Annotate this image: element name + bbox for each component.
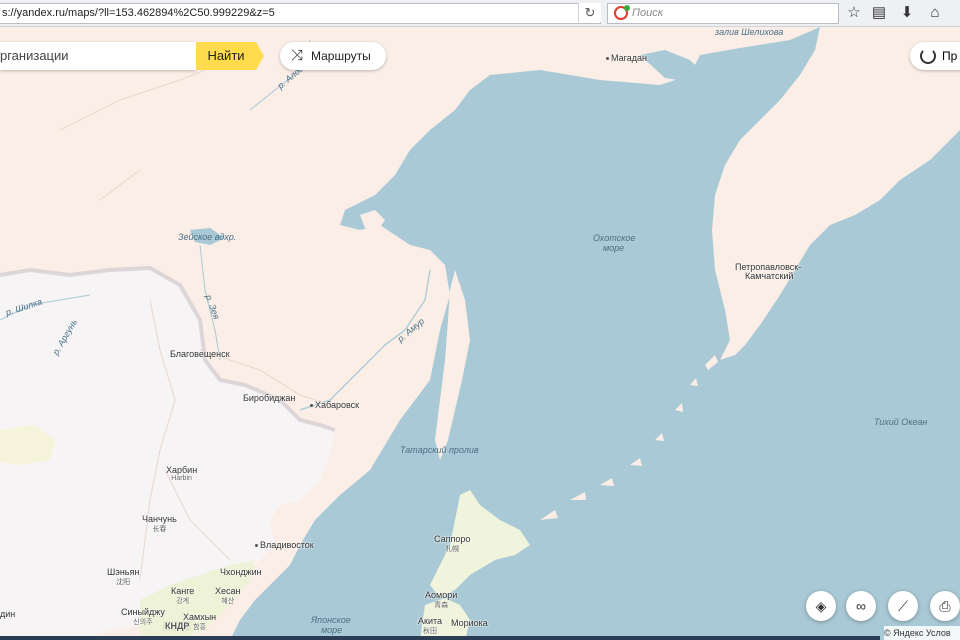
home-icon[interactable]: ⌂ [925, 4, 945, 22]
label-changchun-sub: 长春 [152, 526, 167, 533]
taskbar [0, 636, 880, 640]
label-magadan: Магадан [606, 53, 647, 63]
label-kndr: КНДР [163, 621, 192, 631]
traffic-button[interactable]: Пр [910, 42, 960, 70]
copyright-link[interactable]: © Яндекс Услов [884, 626, 960, 640]
ruler-icon[interactable]: ⟋ [888, 591, 918, 621]
star-icon[interactable]: ☆ [844, 4, 864, 22]
label-petropavlovsk-2: Камчатский [745, 271, 794, 281]
route-icon: ⤨ [291, 47, 304, 64]
label-shenyang-name: Шэньян [107, 567, 140, 577]
routes-label: Маршруты [311, 49, 371, 63]
label-pacific: Тихий Океан [874, 417, 928, 427]
label-kange: Канге 강계 [171, 586, 194, 606]
label-shenyang: Шэньян 沈阳 [107, 567, 139, 587]
browser-search-placeholder: Поиск [632, 7, 663, 19]
label-aomori-name: Аомори [425, 590, 458, 600]
label-din: дин [0, 609, 16, 619]
label-okhotsk-sea-2: море [603, 243, 625, 253]
label-japan-sea-1: Японское [311, 615, 351, 625]
map-search-input[interactable]: рганизации [0, 42, 196, 70]
label-harbin-name: Харбин [166, 465, 198, 475]
label-changchun-name: Чанчунь [142, 514, 177, 524]
print-icon[interactable]: ⎙ [930, 591, 960, 621]
routes-button[interactable]: ⤨ Маршруты [280, 42, 386, 70]
label-japan-sea-2: море [321, 625, 343, 635]
label-aomori-sub: 青森 [434, 602, 449, 609]
map-shapes [0, 27, 960, 640]
label-harbin-sub: Harbin [171, 475, 192, 482]
clipboard-icon[interactable]: ▤ [869, 4, 889, 22]
map-search-panel: рганизации Найти [0, 42, 265, 70]
label-harbin: Харбин Harbin [166, 465, 197, 482]
label-kange-sub: 강계 [176, 598, 190, 605]
label-hyesan: Хесан 혜산 [215, 586, 240, 606]
label-sapporo-name: Саппоро [434, 534, 471, 544]
label-okhotsk-sea-1: Охотское [593, 233, 636, 243]
label-shenyang-sub: 沈阳 [116, 579, 131, 586]
label-shelikhov-bay: залив Шелихова [715, 27, 784, 37]
label-khabarovsk: Хабаровск [310, 400, 359, 410]
find-button[interactable]: Найти [196, 42, 264, 70]
label-sinuiju-sub: 신의주 [133, 619, 153, 626]
traffic-icon [920, 48, 936, 64]
label-sinuiju: Синыйджу 신의주 [121, 607, 165, 627]
label-sinuiju-name: Синыйджу [121, 607, 165, 617]
download-icon[interactable]: ⬇ [897, 4, 917, 22]
reload-icon[interactable]: ↻ [578, 3, 601, 22]
label-sapporo-sub: 札幌 [445, 546, 460, 553]
url-text: s://yandex.ru/maps/?ll=153.462894%2C50.9… [2, 7, 275, 19]
browser-search-input[interactable]: Поиск [607, 3, 839, 24]
label-akita-name: Акита [418, 616, 442, 626]
label-morioka: Мориока [451, 618, 488, 628]
label-blagoveshchensk: Благовещенск [170, 349, 230, 359]
label-zeya-reservoir: Зейское вдхр. [178, 232, 237, 242]
label-aomori: Аомори 青森 [425, 590, 457, 610]
label-birobidzhan: Биробиджан [243, 393, 296, 403]
layers-icon[interactable]: ◈ [806, 591, 836, 621]
label-tatar-strait: Татарский пролив [400, 445, 479, 455]
address-bar[interactable]: s://yandex.ru/maps/?ll=153.462894%2C50.9… [0, 3, 601, 24]
label-hyesan-sub: 혜산 [221, 598, 235, 605]
label-akita-sub: 秋田 [423, 628, 437, 635]
traffic-label: Пр [942, 49, 958, 63]
label-kange-name: Канге [171, 586, 195, 596]
binoculars-icon[interactable]: ∞ [846, 591, 876, 621]
label-chongjin: Чхонджин [220, 567, 262, 577]
label-sapporo: Саппоро 札幌 [434, 534, 470, 554]
label-vladivostok: Владивосток [255, 540, 314, 550]
label-hyesan-name: Хесан [215, 586, 241, 596]
map-canvas[interactable]: залив Шелихова Магадан Охотское море Пет… [0, 27, 960, 640]
label-akita: Акита 秋田 [418, 616, 442, 636]
label-changchun: Чанчунь 长春 [142, 514, 177, 534]
yandex-search-icon [614, 5, 630, 20]
browser-toolbar: s://yandex.ru/maps/?ll=153.462894%2C50.9… [0, 0, 960, 27]
